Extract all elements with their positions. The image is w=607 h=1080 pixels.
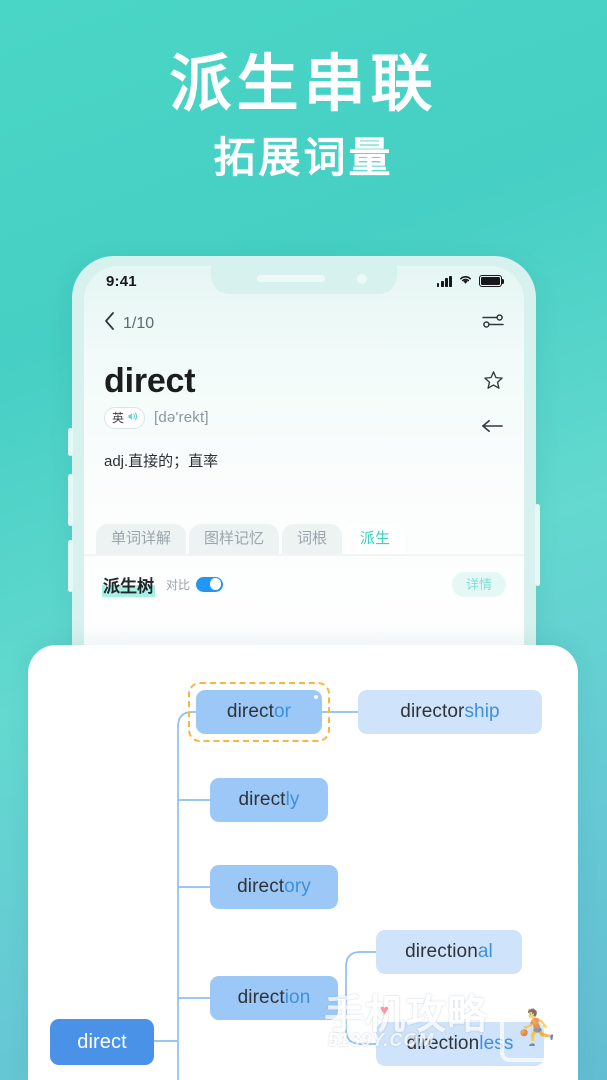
tab-word-detail[interactable]: 单词详解 [96, 524, 187, 554]
node-base: direction [405, 941, 478, 962]
volume-up-button[interactable] [68, 474, 73, 526]
page-title: 派生串联 [169, 50, 438, 119]
nav-bar: 1/10 [84, 312, 524, 335]
node-suffix: al [477, 941, 493, 962]
headword: direct [104, 362, 196, 400]
phone-mockup: 9:41 1/10 direct 英 [də'rekt] adj.直接的；直率 … [68, 256, 540, 676]
accent-label: 英 [112, 411, 125, 425]
tree-node-directional[interactable]: direction al [376, 930, 522, 974]
tree-node-directorship[interactable]: director ship [358, 690, 542, 734]
node-suffix: ion [284, 987, 311, 1008]
node-base: direct [77, 1030, 127, 1053]
star-outline-icon[interactable] [483, 370, 504, 396]
page-subtitle: 拓展词量 [213, 133, 394, 181]
tab-bar: 单词详解 图样记忆 词根 派生 [84, 518, 524, 554]
tree-node-directionless[interactable]: direction less [376, 1022, 544, 1066]
pronunciation-row[interactable]: 英 [də'rekt] [104, 407, 504, 429]
arrow-left-icon[interactable] [481, 418, 504, 439]
wifi-icon [458, 272, 473, 290]
tree-node-root-direct[interactable]: direct [50, 1019, 154, 1065]
battery-full-icon [479, 275, 505, 287]
speaker-wave-icon [127, 411, 138, 425]
tab-derivation[interactable]: 派生 [345, 524, 406, 554]
cellular-signal-icon [436, 275, 452, 287]
power-button[interactable] [535, 504, 540, 586]
compare-toggle[interactable] [196, 576, 224, 592]
node-base: direct [237, 987, 285, 1008]
detail-button[interactable]: 详情 [451, 571, 506, 597]
sliders-icon[interactable] [482, 312, 504, 335]
node-suffix: less [479, 1033, 514, 1054]
node-base: direct [238, 789, 286, 810]
phonetic-text: [də'rekt] [154, 409, 209, 427]
node-base: direct [226, 701, 274, 722]
tree-node-directly[interactable]: direct ly [210, 778, 328, 822]
status-bar: 9:41 [84, 266, 524, 296]
page-counter: 1/10 [123, 314, 155, 332]
node-base: director [400, 701, 465, 722]
tab-underline [84, 554, 524, 556]
node-suffix: ly [285, 789, 300, 810]
tree-node-directory[interactable]: direct ory [210, 865, 338, 909]
phone-screen: 9:41 1/10 direct 英 [də'rekt] adj.直接的；直率 … [84, 266, 524, 676]
derivation-tree-title: 派生树 [102, 571, 155, 597]
node-base: direction [406, 1033, 480, 1054]
word-block: direct 英 [də'rekt] [104, 362, 504, 429]
tree-node-direction[interactable]: direct ion [210, 976, 338, 1020]
compare-label: 对比 [166, 577, 191, 592]
nav-left-group: 1/10 [104, 312, 154, 335]
definition-text: adj.直接的；直率 [104, 453, 219, 470]
tab-root[interactable]: 词根 [282, 524, 343, 554]
hero-banner: 派生串联 拓展词量 [0, 0, 607, 181]
tab-image-memory[interactable]: 图样记忆 [189, 524, 280, 554]
node-base: direct [237, 876, 285, 897]
node-suffix: ory [284, 876, 311, 897]
node-suffix: ship [464, 701, 500, 722]
derivation-tree-card: direct or director ship direct ly direct ory… [28, 645, 578, 1080]
tree-node-director[interactable]: direct or [196, 690, 322, 734]
pronounce-button[interactable]: 英 [104, 407, 146, 429]
chevron-left-icon[interactable] [104, 312, 115, 335]
volume-down-button[interactable] [68, 540, 73, 592]
status-time: 9:41 [106, 272, 137, 290]
silent-switch-button[interactable] [68, 428, 73, 456]
status-icons [436, 272, 505, 290]
derivation-tree-header: 派生树 对比 详情 [84, 562, 524, 606]
node-suffix: or [273, 701, 292, 722]
selection-handle-dot [314, 695, 318, 699]
